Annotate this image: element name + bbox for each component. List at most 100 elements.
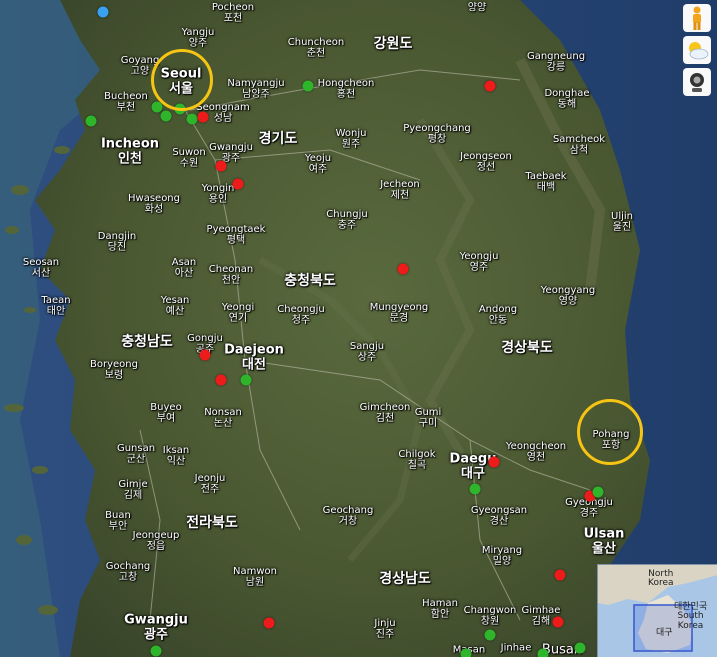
city-label[interactable]: Suwon 수원 (172, 147, 205, 169)
city-label[interactable]: Jeongeup 정읍 (133, 530, 180, 552)
city-label[interactable]: Jeonju 전주 (195, 473, 226, 495)
city-label[interactable]: Buan 부안 (105, 510, 131, 532)
city-label[interactable]: Yangju 양주 (182, 27, 215, 49)
city-label[interactable]: Jeongseon 정선 (460, 151, 512, 173)
city-label[interactable]: Chungju 충주 (326, 209, 367, 231)
map-marker[interactable] (460, 648, 472, 657)
map-marker[interactable] (240, 374, 252, 386)
city-label[interactable]: Uljin 울진 (611, 211, 633, 233)
city-label[interactable]: Yeongyang 영양 (541, 285, 595, 307)
city-label[interactable]: Yeongcheon 영천 (506, 441, 566, 463)
city-label[interactable]: Gimcheon 김천 (360, 402, 411, 424)
map-marker[interactable] (574, 642, 586, 654)
city-label[interactable]: Gyeongsan 경산 (471, 505, 527, 527)
city-label[interactable]: Yeongju 영주 (460, 251, 499, 273)
city-label-ulsan[interactable]: Ulsan 울산 (584, 527, 625, 556)
city-label[interactable]: Asan 아산 (172, 257, 197, 279)
city-label-gwangju[interactable]: Gwangju 광주 (124, 613, 188, 642)
city-label[interactable]: Pyeongtaek 평택 (207, 224, 266, 246)
map-marker[interactable] (85, 115, 97, 127)
province-label: 강원도 (373, 36, 413, 53)
city-label[interactable]: Dangjin 당진 (98, 231, 136, 253)
city-label[interactable]: Yesan 예산 (161, 295, 190, 317)
city-label[interactable]: Buyeo 부여 (150, 402, 181, 424)
map-marker[interactable] (302, 80, 314, 92)
city-label[interactable]: Mungyeong 문경 (370, 302, 429, 324)
city-label[interactable]: Gimje 김제 (118, 479, 147, 501)
city-label[interactable]: Sangju 상주 (350, 341, 384, 363)
map-marker[interactable] (484, 80, 496, 92)
satellite-map[interactable]: 강원도 경기도 충청북도 충청남도 경상북도 전라북도 경상남도 Seoul 서울… (0, 0, 717, 657)
city-label[interactable]: Namwon 남원 (233, 566, 277, 588)
city-label[interactable]: Jinju 진주 (374, 618, 395, 640)
overview-minimap[interactable]: North Korea 대한민국 South Korea 대구 (597, 564, 717, 657)
city-label[interactable]: Namyangju 남양주 (227, 78, 284, 100)
city-label[interactable]: Seosan 서산 (23, 257, 59, 279)
city-label[interactable]: Gwangju 광주 (209, 142, 253, 164)
map-marker[interactable] (554, 569, 566, 581)
map-marker[interactable] (469, 483, 481, 495)
city-label[interactable]: Changwon 창원 (464, 605, 517, 627)
city-label[interactable]: Jinhae (501, 642, 532, 653)
city-label-daegu[interactable]: Daegu 대구 (450, 452, 497, 481)
map-marker[interactable] (215, 374, 227, 386)
map-marker[interactable] (484, 629, 496, 641)
city-label[interactable]: Yeoju 여주 (305, 153, 331, 175)
map-marker[interactable] (537, 648, 549, 657)
map-marker[interactable] (186, 113, 198, 125)
city-label[interactable]: Gochang 고창 (106, 561, 151, 583)
map-marker[interactable] (150, 645, 162, 657)
city-label-incheon[interactable]: Incheon 인천 (101, 137, 159, 166)
city-label[interactable]: Wonju 원주 (336, 128, 367, 150)
city-label[interactable]: Taebaek 태백 (525, 171, 566, 193)
pegman-icon[interactable] (683, 4, 711, 32)
city-label[interactable]: Pyeongchang 평창 (403, 123, 471, 145)
city-label[interactable]: 양양 (468, 2, 486, 13)
city-label[interactable]: Yeongi 연기 (222, 302, 255, 324)
overview-label-north-korea: North Korea (648, 569, 674, 589)
map-marker[interactable] (197, 111, 209, 123)
city-label[interactable]: Andong 안동 (479, 304, 517, 326)
city-label[interactable]: Pocheon 포천 (212, 2, 254, 24)
city-label[interactable]: Donghae 동해 (544, 88, 589, 110)
city-label[interactable]: Cheonan 천안 (209, 264, 253, 286)
city-label[interactable]: Gumi 구미 (415, 407, 442, 429)
city-label[interactable]: Iksan 익산 (163, 445, 189, 467)
city-label-daejeon[interactable]: Daejeon 대전 (224, 343, 284, 372)
map-marker[interactable] (552, 616, 564, 628)
map-marker[interactable] (232, 178, 244, 190)
city-label[interactable]: Jecheon 제천 (380, 179, 420, 201)
map-marker[interactable] (199, 349, 211, 361)
map-marker[interactable] (97, 6, 109, 18)
weather-icon[interactable] (683, 36, 711, 64)
city-label[interactable]: Haman 함안 (422, 598, 458, 620)
province-label: 경기도 (258, 131, 298, 148)
city-label[interactable]: Chuncheon 춘천 (288, 37, 344, 59)
city-label[interactable]: Taean 태안 (41, 295, 70, 317)
overview-label-daegu: 대구 (656, 628, 673, 638)
province-label: 경상북도 (501, 340, 553, 357)
webcam-icon[interactable] (683, 68, 711, 96)
city-label[interactable]: Bucheon 부천 (104, 91, 148, 113)
map-marker[interactable] (263, 617, 275, 629)
city-label[interactable]: Cheongju 청주 (277, 304, 324, 326)
city-label[interactable]: Boryeong 보령 (90, 359, 138, 381)
city-label[interactable]: Hongcheon 홍천 (318, 78, 375, 100)
map-marker[interactable] (160, 110, 172, 122)
city-label[interactable]: Geochang 거창 (323, 505, 374, 527)
province-label: 충청남도 (121, 334, 173, 351)
city-label[interactable]: Hwaseong 화성 (128, 193, 180, 215)
province-label: 경상남도 (379, 571, 431, 588)
city-label[interactable]: Miryang 밀양 (482, 545, 522, 567)
city-label[interactable]: Chilgok 칠곡 (398, 449, 435, 471)
map-marker[interactable] (592, 486, 604, 498)
city-label[interactable]: Gangneung 강릉 (527, 51, 585, 73)
map-marker[interactable] (215, 160, 227, 172)
map-marker[interactable] (488, 456, 500, 468)
map-marker[interactable] (397, 263, 409, 275)
city-label[interactable]: Yongin 용인 (202, 183, 235, 205)
province-label: 충청북도 (284, 273, 336, 290)
city-label[interactable]: Nonsan 논산 (204, 407, 242, 429)
city-label[interactable]: Gunsan 군산 (117, 443, 155, 465)
city-label[interactable]: Samcheok 삼척 (553, 134, 605, 156)
